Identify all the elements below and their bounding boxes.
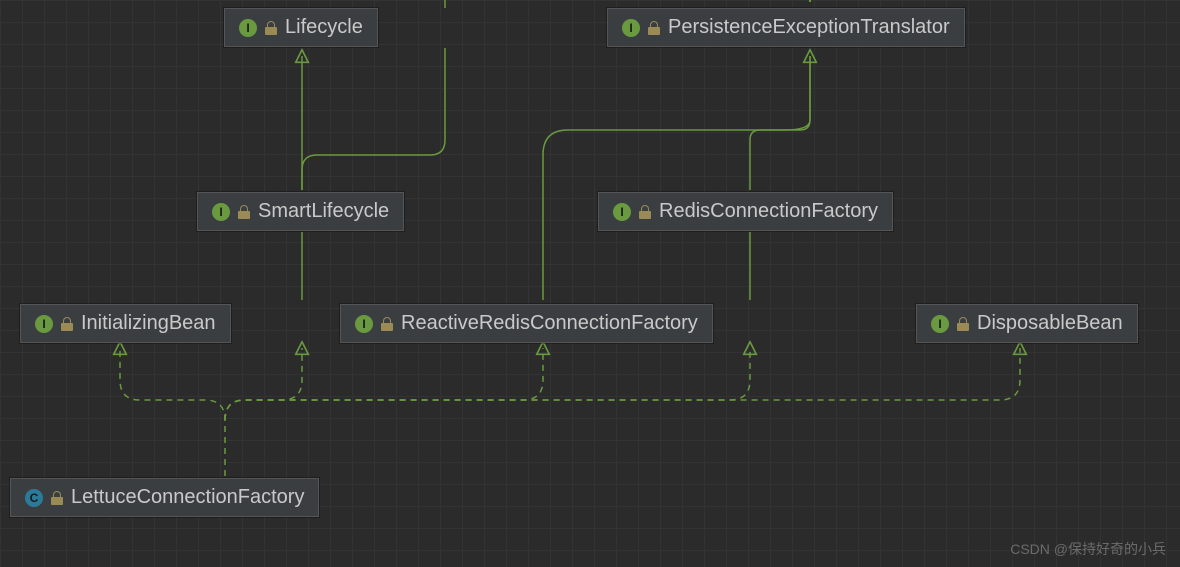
lock-icon (265, 21, 277, 35)
interface-icon: I (35, 315, 53, 333)
lock-icon (61, 317, 73, 331)
node-smart-lifecycle[interactable]: I SmartLifecycle (197, 192, 404, 231)
watermark: CSDN @保持好奇的小兵 (1010, 539, 1166, 559)
node-label: InitializingBean (81, 312, 216, 335)
interface-icon: I (355, 315, 373, 333)
lock-icon (648, 21, 660, 35)
interface-icon: I (622, 19, 640, 37)
node-persistence-exception-translator[interactable]: I PersistenceExceptionTranslator (607, 8, 965, 47)
node-label: Lifecycle (285, 16, 363, 39)
lock-icon (639, 205, 651, 219)
node-reactive-redis-connection-factory[interactable]: I ReactiveRedisConnectionFactory (340, 304, 713, 343)
interface-icon: I (931, 315, 949, 333)
lock-icon (381, 317, 393, 331)
node-label: SmartLifecycle (258, 200, 389, 223)
node-label: RedisConnectionFactory (659, 200, 878, 223)
node-lettuce-connection-factory[interactable]: C LettuceConnectionFactory (10, 478, 319, 517)
interface-icon: I (212, 203, 230, 221)
lock-icon (957, 317, 969, 331)
node-lifecycle[interactable]: I Lifecycle (224, 8, 378, 47)
lock-icon (238, 205, 250, 219)
node-disposable-bean[interactable]: I DisposableBean (916, 304, 1138, 343)
lock-icon (51, 491, 63, 505)
class-icon: C (25, 489, 43, 507)
node-label: DisposableBean (977, 312, 1123, 335)
node-redis-connection-factory[interactable]: I RedisConnectionFactory (598, 192, 893, 231)
node-label: PersistenceExceptionTranslator (668, 16, 950, 39)
node-label: LettuceConnectionFactory (71, 486, 304, 509)
interface-icon: I (613, 203, 631, 221)
node-label: ReactiveRedisConnectionFactory (401, 312, 698, 335)
interface-icon: I (239, 19, 257, 37)
node-initializing-bean[interactable]: I InitializingBean (20, 304, 231, 343)
